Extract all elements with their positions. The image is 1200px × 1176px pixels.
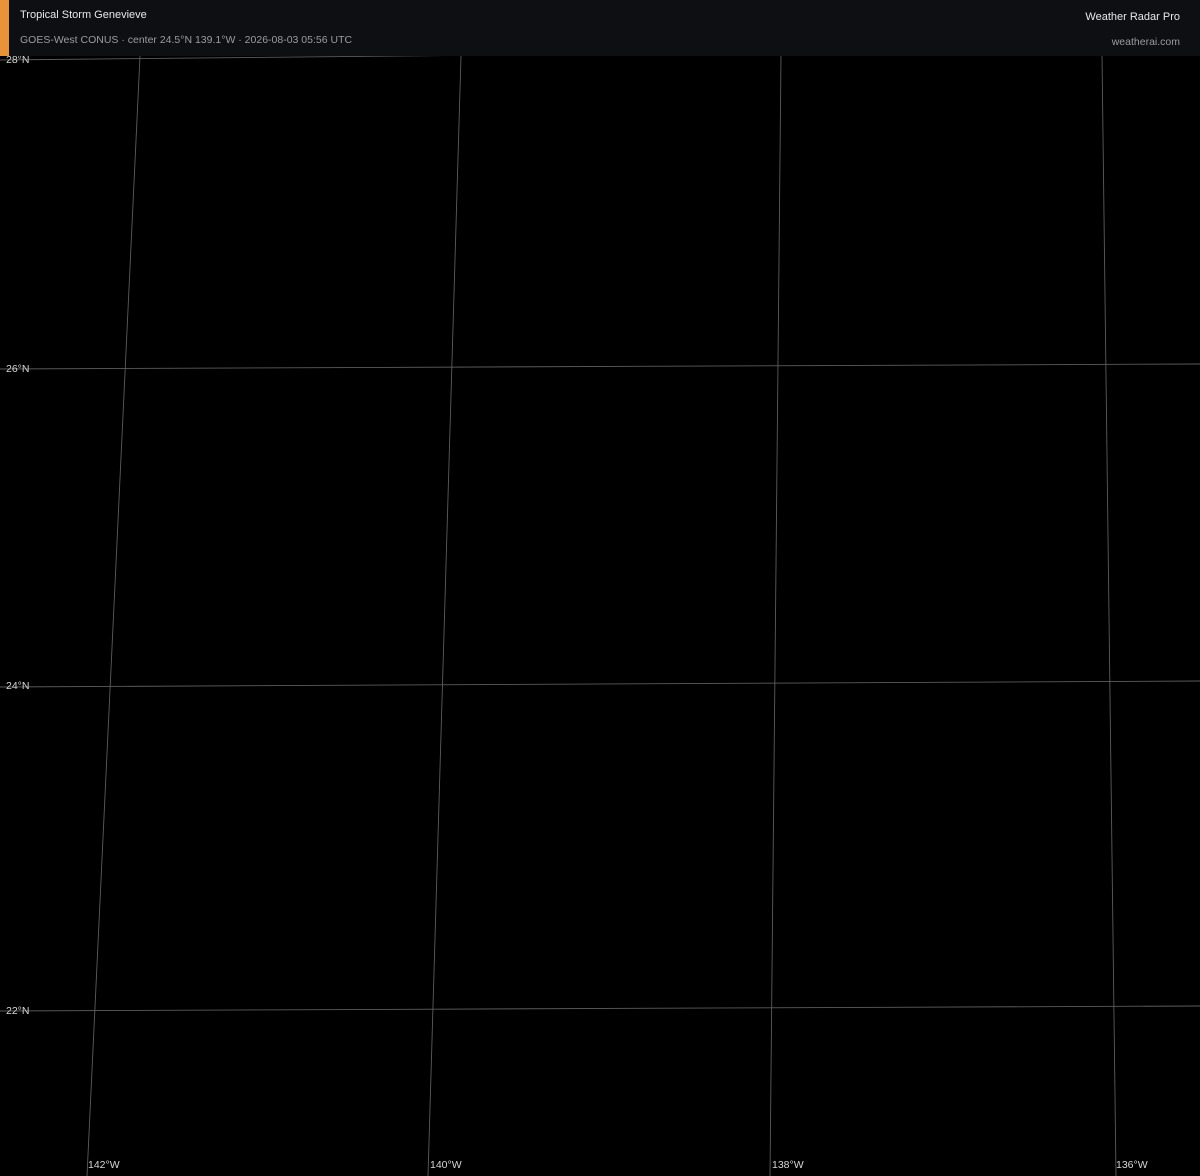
storm-title: Tropical Storm Genevieve	[20, 9, 147, 21]
brand-url-link[interactable]: weatherai.com	[1112, 36, 1180, 48]
latitude-line-24n	[0, 680, 1200, 688]
longitude-line-140w	[427, 55, 462, 1176]
latitude-label-24n: 24°N	[6, 680, 30, 692]
latitude-label-26n: 26°N	[6, 363, 30, 375]
latitude-line-22n	[0, 1005, 1200, 1012]
latitude-line-26n	[0, 363, 1200, 370]
accent-bar	[0, 0, 9, 56]
header-bar: Tropical Storm Genevieve GOES-West CONUS…	[0, 0, 1200, 56]
longitude-label-136w: 136°W	[1116, 1159, 1148, 1171]
brand-name: Weather Radar Pro	[1085, 11, 1180, 23]
longitude-line-136w	[1101, 55, 1117, 1176]
satellite-map-view[interactable]: 28°N 26°N 24°N 22°N 142°W 140°W 138°W 13…	[0, 0, 1200, 1176]
longitude-line-142w	[86, 55, 141, 1176]
storm-subtitle: GOES-West CONUS · center 24.5°N 139.1°W …	[20, 34, 353, 46]
longitude-label-138w: 138°W	[772, 1159, 804, 1171]
longitude-label-140w: 140°W	[430, 1159, 462, 1171]
longitude-label-142w: 142°W	[88, 1159, 120, 1171]
latitude-label-22n: 22°N	[6, 1005, 30, 1017]
graticule-layer	[0, 47, 1200, 1176]
